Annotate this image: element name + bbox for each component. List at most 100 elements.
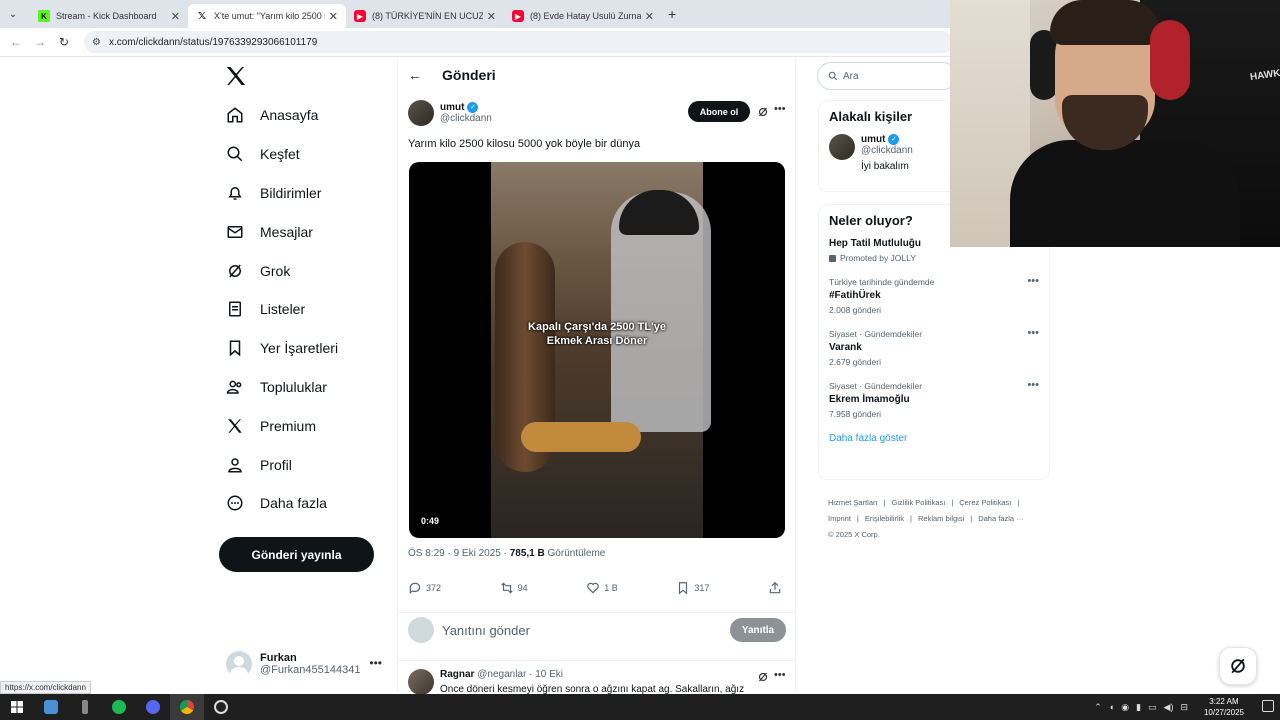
person-bio: İyi bakalım: [861, 161, 909, 172]
tab-search-chevron-icon[interactable]: ⌄: [4, 5, 22, 23]
person-handle[interactable]: @clickdann: [861, 145, 913, 156]
repost-action[interactable]: 94: [500, 581, 528, 595]
usb-icon[interactable]: ⊟: [1180, 702, 1188, 713]
taskbar-app[interactable]: [34, 694, 68, 720]
video-frame: [491, 162, 711, 538]
view-count: 785,1 B: [509, 548, 545, 559]
avatar[interactable]: [408, 669, 434, 695]
taskbar-discord[interactable]: [136, 694, 170, 720]
footer-link[interactable]: Reklam bilgisi: [918, 514, 964, 523]
forward-arrow-icon[interactable]: →: [28, 35, 52, 49]
footer-link[interactable]: Erişilebilirlik: [865, 514, 904, 523]
more-dots-icon[interactable]: •••: [774, 103, 786, 115]
nav-item-communities[interactable]: Topluluklar: [218, 368, 338, 407]
author-handle[interactable]: @clickdann: [440, 113, 492, 124]
taskbar-spotify[interactable]: [102, 694, 136, 720]
notification-icon[interactable]: [1262, 700, 1274, 712]
person-name[interactable]: umut ✓: [861, 134, 913, 145]
more-dots-icon[interactable]: •••: [1027, 379, 1039, 391]
browser-tab[interactable]: ▶ (8) Evde Hatay Usulü Zurna Et D ✕: [504, 4, 662, 28]
reply-input[interactable]: Yanıtını gönder: [442, 623, 730, 638]
grok-floating-button[interactable]: [1219, 647, 1257, 685]
start-button[interactable]: [0, 694, 34, 720]
footer-link[interactable]: Imprint: [828, 514, 851, 523]
grok-icon[interactable]: [757, 106, 769, 118]
share-action[interactable]: [768, 581, 786, 595]
search-placeholder: Ara: [843, 70, 859, 82]
repost-icon: [500, 582, 513, 594]
taskbar-app[interactable]: [68, 694, 102, 720]
show-more-link[interactable]: Daha fazla göster: [829, 433, 1039, 444]
reply-button[interactable]: Yanıtla: [730, 618, 786, 642]
reply-action[interactable]: 372: [408, 581, 441, 595]
more-dots-icon[interactable]: •••: [774, 669, 786, 681]
search-input[interactable]: Ara: [817, 62, 957, 90]
avatar[interactable]: [829, 134, 855, 160]
follow-button[interactable]: Abone ol: [688, 101, 750, 122]
nav-item-home[interactable]: Anasayfa: [218, 96, 338, 135]
browser-tab[interactable]: K Stream - Kick Dashboard ✕: [30, 4, 188, 28]
more-dots-icon[interactable]: •••: [369, 656, 382, 670]
back-arrow-icon[interactable]: ←: [408, 67, 422, 83]
reply-tweet[interactable]: Ragnar @neganlar · 10 Eki Önce döneri ke…: [408, 669, 788, 695]
browser-tab-active[interactable]: 𝕏 X'te umut: "Yarım kilo 2500 kilo ✕: [188, 4, 346, 28]
account-name: Furkan: [260, 652, 297, 664]
nav-item-lists[interactable]: Listeler: [218, 290, 338, 329]
bookmark-action[interactable]: 317: [676, 581, 709, 595]
nav-item-notifications[interactable]: Bildirimler: [218, 174, 338, 213]
reply-date[interactable]: · 10 Eki: [529, 669, 563, 680]
trend-item[interactable]: Türkiye tarihinde gündemde #FatihÜrek 2.…: [829, 275, 1039, 315]
nav-label: Listeler: [260, 301, 306, 318]
footer-link[interactable]: Daha fazla ···: [978, 514, 1023, 523]
more-dots-icon[interactable]: •••: [1027, 327, 1039, 339]
steam-icon[interactable]: ◉: [1121, 702, 1129, 713]
taskbar-obs[interactable]: [204, 694, 238, 720]
post-timestamp[interactable]: ÖS 8:29 · 9 Eki 2025 ·: [408, 548, 510, 559]
video-player[interactable]: Kapalı Çarşı'da 2500 TL'ye Ekmek Arası D…: [409, 162, 785, 538]
nav-item-bookmarks[interactable]: Yer İşaretleri: [218, 329, 338, 368]
back-arrow-icon[interactable]: ←: [4, 35, 28, 49]
close-tab-icon[interactable]: ✕: [645, 10, 654, 23]
author-name[interactable]: umut ✓: [440, 102, 492, 113]
promoted-text: Promoted by JOLLY: [840, 253, 916, 263]
nav-item-profile[interactable]: Profil: [218, 445, 338, 484]
more-circle-icon: [227, 495, 243, 511]
browser-tab[interactable]: ▶ (8) TÜRKİYE'NİN EN UCUZ TAN ✕: [346, 4, 504, 28]
nav-label: Bildirimler: [260, 184, 322, 201]
headset-icon[interactable]: ◖: [1109, 702, 1114, 712]
x-logo-icon[interactable]: [224, 64, 248, 88]
network-icon[interactable]: ▭: [1148, 702, 1157, 713]
trend-item[interactable]: Siyaset · Gündemdekiler Ekrem İmamoğlu 7…: [829, 379, 1039, 419]
search-icon: [828, 71, 838, 81]
reload-icon[interactable]: ↻: [52, 35, 76, 49]
clock[interactable]: 3:22 AM 10/27/2025: [1204, 696, 1244, 718]
url-field[interactable]: ⚙ x.com/clickdann/status/197633929306610…: [84, 31, 954, 53]
taskbar-chrome[interactable]: [170, 694, 204, 720]
more-dots-icon[interactable]: •••: [1027, 275, 1039, 287]
site-info-icon[interactable]: ⚙: [92, 37, 101, 48]
footer-link[interactable]: Çerez Politikası: [959, 498, 1011, 507]
avatar[interactable]: [408, 100, 434, 126]
like-action[interactable]: 1 B: [586, 581, 618, 595]
close-tab-icon[interactable]: ✕: [487, 10, 496, 23]
nav-item-more[interactable]: Daha fazla: [218, 484, 338, 523]
mic-icon[interactable]: ▮: [1136, 702, 1141, 713]
nav-item-grok[interactable]: Grok: [218, 251, 338, 290]
close-tab-icon[interactable]: ✕: [171, 10, 180, 23]
account-switcher[interactable]: Furkan @Furkan455144341 •••: [226, 648, 386, 680]
footer-link[interactable]: Hizmet Şartları: [828, 498, 878, 507]
close-tab-icon[interactable]: ✕: [329, 10, 338, 23]
post-author[interactable]: umut ✓ @clickdann: [408, 100, 492, 126]
post-button[interactable]: Gönderi yayınla: [219, 537, 374, 572]
chevron-up-icon[interactable]: ⌃: [1094, 702, 1102, 713]
footer-link[interactable]: Gizlilik Politikası: [892, 498, 946, 507]
new-tab-button[interactable]: +: [668, 6, 676, 22]
nav-item-explore[interactable]: Keşfet: [218, 135, 338, 174]
trend-item[interactable]: Siyaset · Gündemdekiler Varank 2.679 gön…: [829, 327, 1039, 367]
reply-author-handle[interactable]: @neganlar: [477, 669, 526, 680]
nav-item-messages[interactable]: Mesajlar: [218, 212, 338, 251]
grok-icon[interactable]: [757, 671, 769, 683]
volume-icon[interactable]: ◀): [1164, 702, 1174, 713]
nav-item-premium[interactable]: Premium: [218, 406, 338, 445]
reply-author-name[interactable]: Ragnar: [440, 669, 474, 680]
